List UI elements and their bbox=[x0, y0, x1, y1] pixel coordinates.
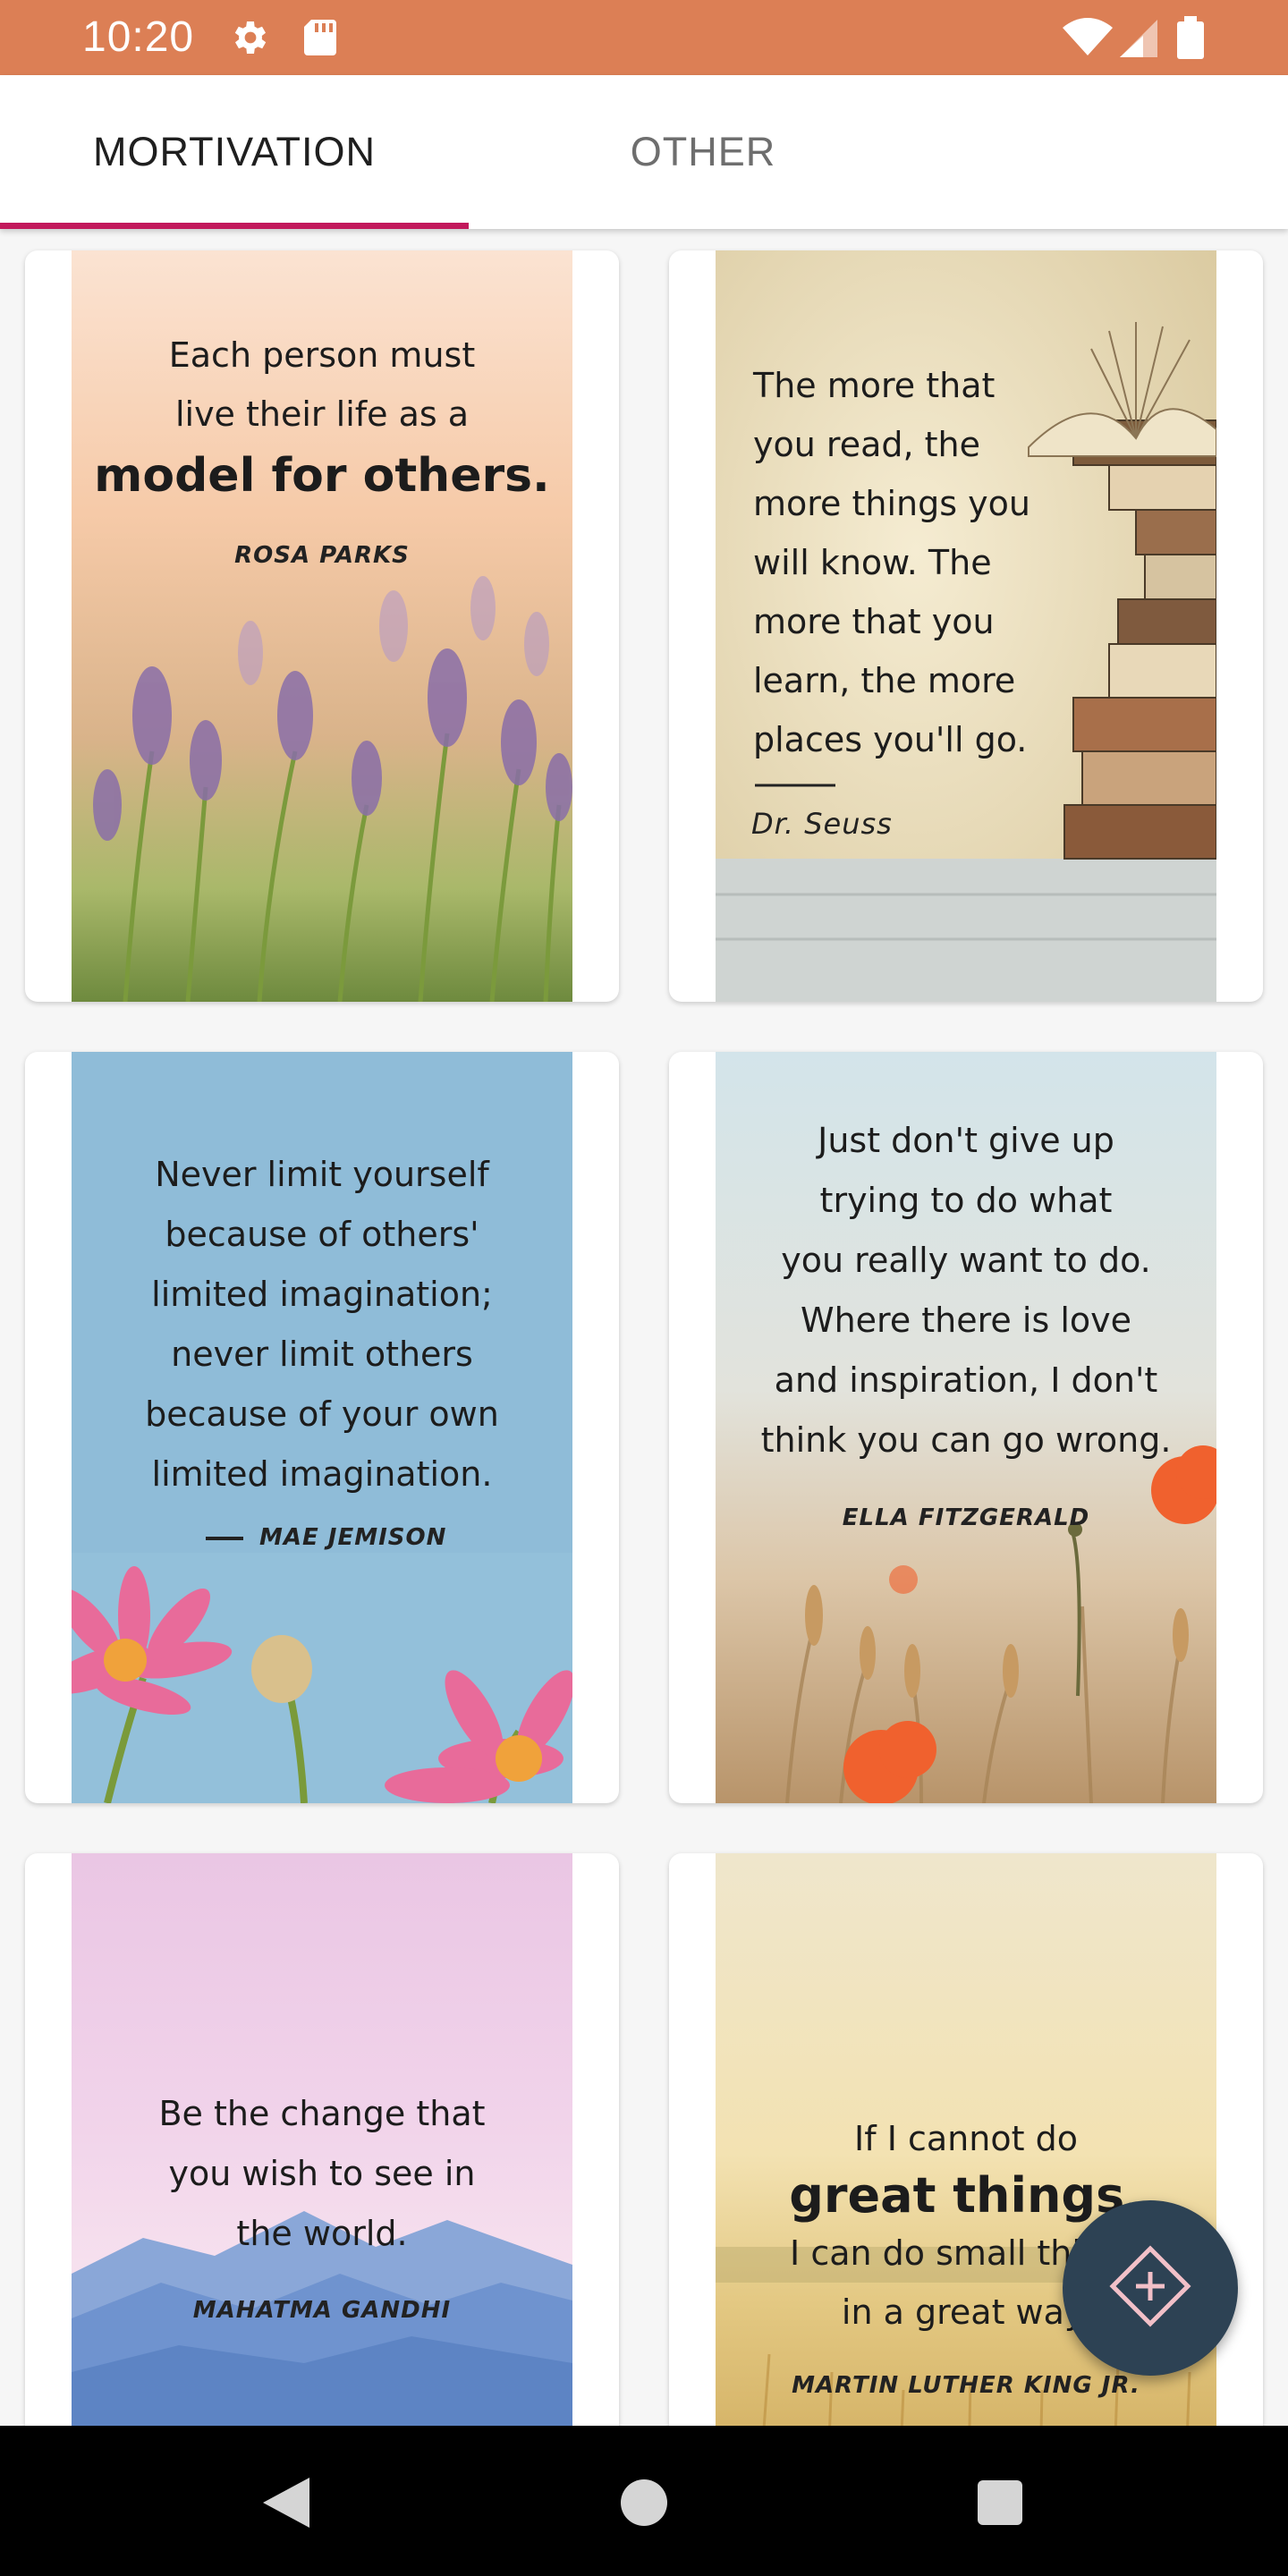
quote-line: because of others' bbox=[165, 1215, 479, 1254]
quote-line: The more that bbox=[753, 366, 996, 405]
quote-line: limited imagination. bbox=[151, 1454, 493, 1494]
wifi-icon bbox=[1063, 16, 1113, 64]
quote-grid: Each person must live their life as a mo… bbox=[0, 229, 1288, 2426]
quote-author: ROSA PARKS bbox=[234, 542, 410, 569]
quote-card-ella-fitzgerald[interactable]: Just don't give up trying to do what you… bbox=[669, 1052, 1263, 1803]
battery-icon bbox=[1177, 16, 1204, 64]
add-quote-fab[interactable] bbox=[1063, 2200, 1238, 2376]
quote-image: The more that you read, the more things … bbox=[716, 250, 1216, 1002]
quote-line: because of your own bbox=[145, 1394, 499, 1434]
quote-card-dr-seuss[interactable]: The more that you read, the more things … bbox=[669, 250, 1263, 1002]
quote-image: Be the change that you wish to see in th… bbox=[72, 1853, 572, 2426]
signal-icon bbox=[1118, 16, 1159, 64]
quote-line: more that you bbox=[753, 602, 995, 641]
quote-line: Never limit yourself bbox=[155, 1155, 489, 1194]
back-button[interactable] bbox=[250, 2469, 322, 2540]
status-time: 10:20 bbox=[82, 13, 195, 61]
quote-line: Just don't give up bbox=[818, 1121, 1114, 1160]
quote-line: think you can go wrong. bbox=[760, 1420, 1172, 1460]
add-compass-icon bbox=[1107, 2243, 1193, 2334]
tab-other[interactable]: OTHER bbox=[469, 75, 937, 229]
gear-icon bbox=[227, 16, 270, 64]
quote-author: Dr. Seuss bbox=[751, 807, 893, 841]
quote-line: the world. bbox=[236, 2214, 408, 2253]
quote-line: If I cannot do bbox=[854, 2119, 1078, 2158]
quote-line: trying to do what bbox=[819, 1181, 1113, 1220]
recents-icon bbox=[976, 2479, 1024, 2531]
quote-image: Each person must live their life as a mo… bbox=[72, 250, 572, 1002]
quote-line: you wish to see in bbox=[168, 2154, 476, 2193]
navigation-bar bbox=[0, 2426, 1288, 2576]
tab-indicator bbox=[0, 223, 469, 229]
quote-image: Never limit yourself because of others' … bbox=[72, 1052, 572, 1803]
recents-button[interactable] bbox=[964, 2469, 1036, 2540]
sd-card-icon bbox=[301, 16, 340, 64]
tab-bar: MORTIVATION OTHER bbox=[0, 75, 1288, 229]
quote-line: Where there is love bbox=[801, 1301, 1131, 1340]
quote-author: MAE JEMISON bbox=[259, 1524, 447, 1551]
tab-mortivation[interactable]: MORTIVATION bbox=[0, 75, 469, 229]
quote-line: limited imagination; bbox=[151, 1275, 493, 1314]
quote-line: live their life as a bbox=[174, 394, 470, 434]
home-icon bbox=[619, 2478, 669, 2532]
quote-line: places you'll go. bbox=[753, 720, 1028, 759]
quote-line: and inspiration, I don't bbox=[774, 1360, 1158, 1400]
quote-card-rosa-parks[interactable]: Each person must live their life as a mo… bbox=[25, 250, 619, 1002]
quote-line: you really want to do. bbox=[781, 1241, 1151, 1280]
status-bar: 10:20 bbox=[0, 0, 1288, 75]
quote-line: you read, the bbox=[753, 425, 980, 464]
quote-line: Each person must bbox=[168, 335, 476, 375]
quote-line: will know. The bbox=[753, 543, 992, 582]
quote-line: never limit others bbox=[171, 1335, 473, 1374]
quote-author: MARTIN LUTHER KING JR. bbox=[792, 2372, 1140, 2399]
quote-card-mahatma-gandhi[interactable]: Be the change that you wish to see in th… bbox=[25, 1853, 619, 2426]
home-button[interactable] bbox=[608, 2469, 680, 2540]
quote-line: model for others. bbox=[94, 449, 550, 503]
quote-line: more things you bbox=[753, 484, 1030, 523]
quote-line: learn, the more bbox=[753, 661, 1016, 700]
quote-author: ELLA FITZGERALD bbox=[842, 1504, 1090, 1531]
quote-image: Just don't give up trying to do what you… bbox=[716, 1052, 1216, 1803]
back-icon bbox=[259, 2474, 313, 2536]
quote-line: Be the change that bbox=[158, 2094, 486, 2133]
quote-card-mae-jemison[interactable]: Never limit yourself because of others' … bbox=[25, 1052, 619, 1803]
quote-author: MAHATMA GANDHI bbox=[192, 2297, 452, 2324]
